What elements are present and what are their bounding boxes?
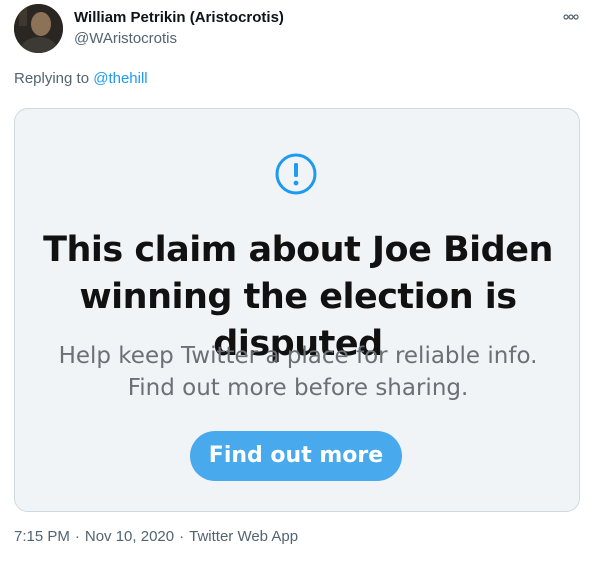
meta-separator: ·	[179, 528, 185, 545]
more-options-button[interactable]	[558, 8, 584, 26]
reply-mention-link[interactable]: @thehill	[93, 70, 147, 87]
claim-subtitle: Help keep Twitter a place for reliable i…	[15, 340, 579, 404]
claim-subtitle-line-1: Help keep Twitter a place for reliable i…	[58, 343, 538, 369]
claim-subtitle-line-2: Find out more before sharing.	[127, 375, 469, 401]
reply-prefix: Replying to	[14, 70, 94, 87]
more-options-icon	[563, 14, 579, 20]
exclamation-circle-icon	[275, 153, 317, 195]
tweet-metadata: 7:15 PM · Nov 10, 2020 · Twitter Web App	[14, 528, 298, 545]
claim-title-line-1: This claim about Joe Biden	[43, 230, 553, 270]
avatar-photo	[14, 4, 63, 53]
author-name[interactable]: William Petrikin (Aristocrotis)	[74, 9, 284, 26]
meta-separator: ·	[74, 528, 80, 545]
avatar[interactable]	[14, 4, 63, 53]
find-out-more-button[interactable]: Find out more	[190, 431, 402, 481]
tweet-date[interactable]: Nov 10, 2020	[85, 528, 174, 545]
tweet-time[interactable]: 7:15 PM	[14, 528, 70, 545]
tweet-source[interactable]: Twitter Web App	[189, 528, 298, 545]
reply-context: Replying to @thehill	[14, 70, 148, 87]
tweet: William Petrikin (Aristocrotis) @WAristo…	[0, 0, 596, 563]
author-handle[interactable]: @WAristocrotis	[74, 30, 177, 47]
tweet-media-image[interactable]: This claim about Joe Biden winning the e…	[14, 108, 580, 512]
